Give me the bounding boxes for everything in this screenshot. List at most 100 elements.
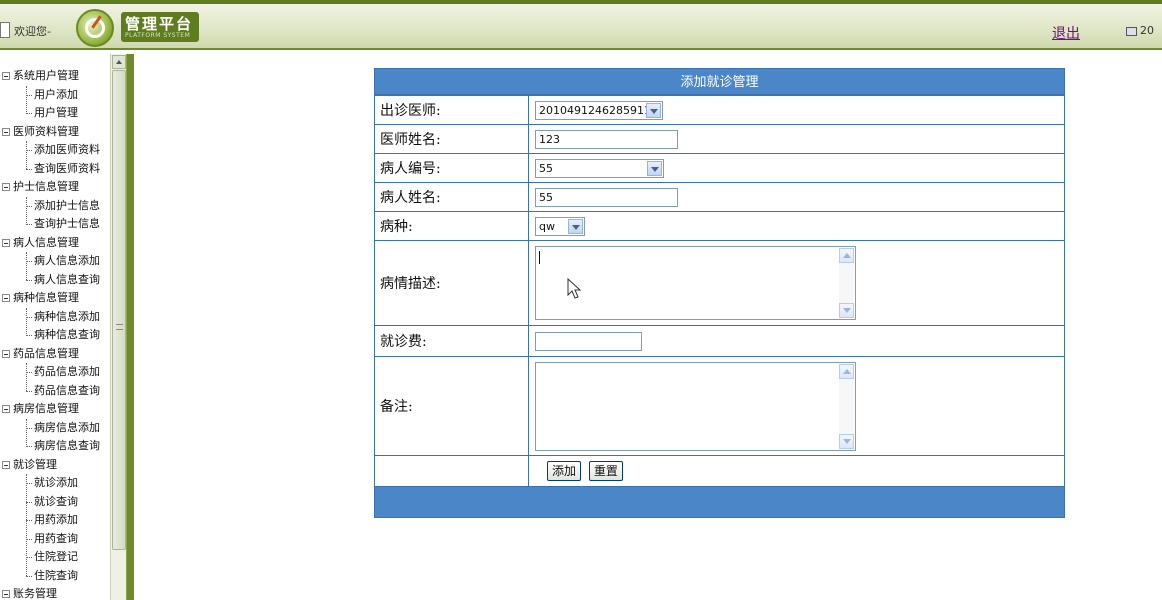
form-row-remarks: 备注: <box>374 356 1065 456</box>
textarea-scrollbar[interactable] <box>839 248 854 318</box>
nav-item[interactable]: 住院登记 <box>0 548 110 567</box>
collapse-icon[interactable] <box>2 294 10 302</box>
remarks-textarea[interactable] <box>535 361 856 451</box>
nav-group-label[interactable]: 药品信息管理 <box>0 345 110 364</box>
nav-item[interactable]: 查询护士信息 <box>0 215 110 234</box>
scroll-thumb[interactable] <box>112 70 126 550</box>
form-row-disease-type: 病种: qw <box>374 211 1065 241</box>
doctor-on-duty-value: 2010491246285911 <box>539 103 651 117</box>
nav-group-label[interactable]: 护士信息管理 <box>0 178 110 197</box>
nav-items: 病种信息添加 病种信息查询 <box>0 307 110 345</box>
nav-item[interactable]: 用药添加 <box>0 511 110 530</box>
disease-type-select[interactable]: qw <box>535 216 585 236</box>
nav-group: 系统用户管理 用户添加 用户管理 <box>0 67 110 123</box>
disease-type-label: 病种: <box>374 211 529 241</box>
nav-items: 病房信息添加 病房信息查询 <box>0 418 110 456</box>
nav-item[interactable]: 病人信息查询 <box>0 271 110 290</box>
nav-items: 药品信息添加 药品信息查询 <box>0 363 110 400</box>
nav-item[interactable]: 病房信息查询 <box>0 437 110 456</box>
collapse-icon[interactable] <box>2 405 10 413</box>
scroll-up-icon[interactable] <box>839 248 854 263</box>
collapse-icon[interactable] <box>2 460 10 469</box>
nav-item[interactable]: 病种信息查询 <box>0 326 110 345</box>
grip-icon <box>116 324 123 330</box>
nav-items: 添加护士信息 查询护士信息 <box>0 196 110 234</box>
nav-item[interactable]: 病种信息添加 <box>0 308 110 327</box>
scroll-up-icon[interactable] <box>112 55 126 69</box>
form-row-patient-name: 病人姓名: 55 <box>374 182 1065 212</box>
patient-id-label: 病人编号: <box>374 153 529 183</box>
nav-item[interactable]: 用户添加 <box>0 86 110 105</box>
doctor-on-duty-select[interactable]: 2010491246285911 <box>535 100 663 120</box>
nav-group-label[interactable]: 系统用户管理 <box>0 67 110 86</box>
nav-group-label[interactable]: 病房信息管理 <box>0 400 110 419</box>
textarea-scrollbar[interactable] <box>839 363 854 449</box>
logo-icon <box>76 9 114 47</box>
nav-group-text: 病人信息管理 <box>13 235 79 249</box>
condition-desc-textarea[interactable] <box>535 246 856 320</box>
brand-title: 管理平台 <box>125 15 194 33</box>
nav-group-text: 就诊管理 <box>13 457 57 471</box>
add-button[interactable]: 添加 <box>547 461 582 481</box>
home-icon[interactable] <box>0 22 10 38</box>
nav-group-label[interactable]: 医师资料管理 <box>0 123 110 142</box>
chevron-down-icon[interactable] <box>568 218 583 234</box>
doctor-name-input[interactable]: 123 <box>535 129 678 149</box>
nav-tree: 系统用户管理 用户添加 用户管理 医师资料管理添加医师资料 查询医师资料 护士信息管理添加… <box>0 67 110 600</box>
sidebar-scrollbar[interactable] <box>110 54 126 600</box>
nav-item[interactable]: 添加护士信息 <box>0 197 110 216</box>
chevron-down-icon[interactable] <box>647 160 662 176</box>
remarks-label: 备注: <box>374 356 529 456</box>
form-row-patient-id: 病人编号: 55 <box>374 153 1065 183</box>
scroll-up-icon[interactable] <box>839 363 854 379</box>
nav-item[interactable]: 用药查询 <box>0 530 110 549</box>
collapse-icon[interactable] <box>2 238 10 247</box>
logout-link[interactable]: 退出 <box>1052 23 1080 43</box>
patient-name-input[interactable]: 55 <box>535 187 678 207</box>
calendar-icon <box>1126 27 1137 36</box>
nav-group-label[interactable]: 账务管理 <box>0 585 110 600</box>
text-caret <box>539 251 540 264</box>
scroll-down-icon[interactable] <box>839 303 854 318</box>
fee-input[interactable] <box>535 331 642 351</box>
nav-item[interactable]: 药品信息添加 <box>0 363 110 382</box>
nav-item[interactable]: 药品信息查询 <box>0 382 110 401</box>
collapse-icon[interactable] <box>2 183 10 191</box>
nav-item[interactable]: 病人信息添加 <box>0 252 110 271</box>
scroll-down-icon[interactable] <box>839 433 854 449</box>
nav-group-text: 护士信息管理 <box>13 180 79 193</box>
nav-item[interactable]: 就诊查询 <box>0 493 110 512</box>
actions-label-cell <box>374 455 529 487</box>
nav-item[interactable]: 查询医师资料 <box>0 160 110 179</box>
form-row-doctor-on-duty: 出诊医师: 2010491246285911 <box>374 95 1065 125</box>
nav-group: 护士信息管理添加护士信息 查询护士信息 <box>0 178 110 234</box>
app-header: 欢迎您- 管理平台 PLATFORM SYSTEM 退出 20 <box>0 0 1162 50</box>
reset-button[interactable]: 重置 <box>588 461 623 481</box>
nav-item[interactable]: 用户管理 <box>0 104 110 123</box>
nav-items: 病人信息添加 病人信息查询 <box>0 252 110 289</box>
nav-group-label[interactable]: 病种信息管理 <box>0 289 110 308</box>
collapse-icon[interactable] <box>2 127 10 136</box>
patient-id-select[interactable]: 55 <box>535 158 664 178</box>
disease-type-value: qw <box>539 219 555 233</box>
nav-group: 病种信息管理病种信息添加 病种信息查询 <box>0 289 110 345</box>
collapse-icon[interactable] <box>2 349 10 358</box>
nav-group-text: 药品信息管理 <box>13 346 79 360</box>
nav-group-label[interactable]: 病人信息管理 <box>0 234 110 253</box>
nav-group-label[interactable]: 就诊管理 <box>0 456 110 475</box>
mouse-cursor-icon <box>567 278 582 299</box>
welcome-text: 欢迎您- <box>14 25 51 38</box>
nav-item[interactable]: 住院查询 <box>0 567 110 586</box>
brand-logo: 管理平台 PLATFORM SYSTEM <box>121 12 199 42</box>
nav-item[interactable]: 就诊添加 <box>0 474 110 493</box>
frame-divider[interactable] <box>126 54 134 600</box>
nav-group-text: 医师资料管理 <box>13 124 79 138</box>
nav-group-text: 病种信息管理 <box>13 291 79 304</box>
nav-item[interactable]: 病房信息添加 <box>0 419 110 438</box>
collapse-icon[interactable] <box>2 590 10 598</box>
chevron-down-icon[interactable] <box>646 102 661 118</box>
brand-subtitle: PLATFORM SYSTEM <box>125 32 191 39</box>
nav-item[interactable]: 添加医师资料 <box>0 141 110 160</box>
condition-desc-label: 病情描述: <box>374 240 529 326</box>
collapse-icon[interactable] <box>2 72 10 80</box>
